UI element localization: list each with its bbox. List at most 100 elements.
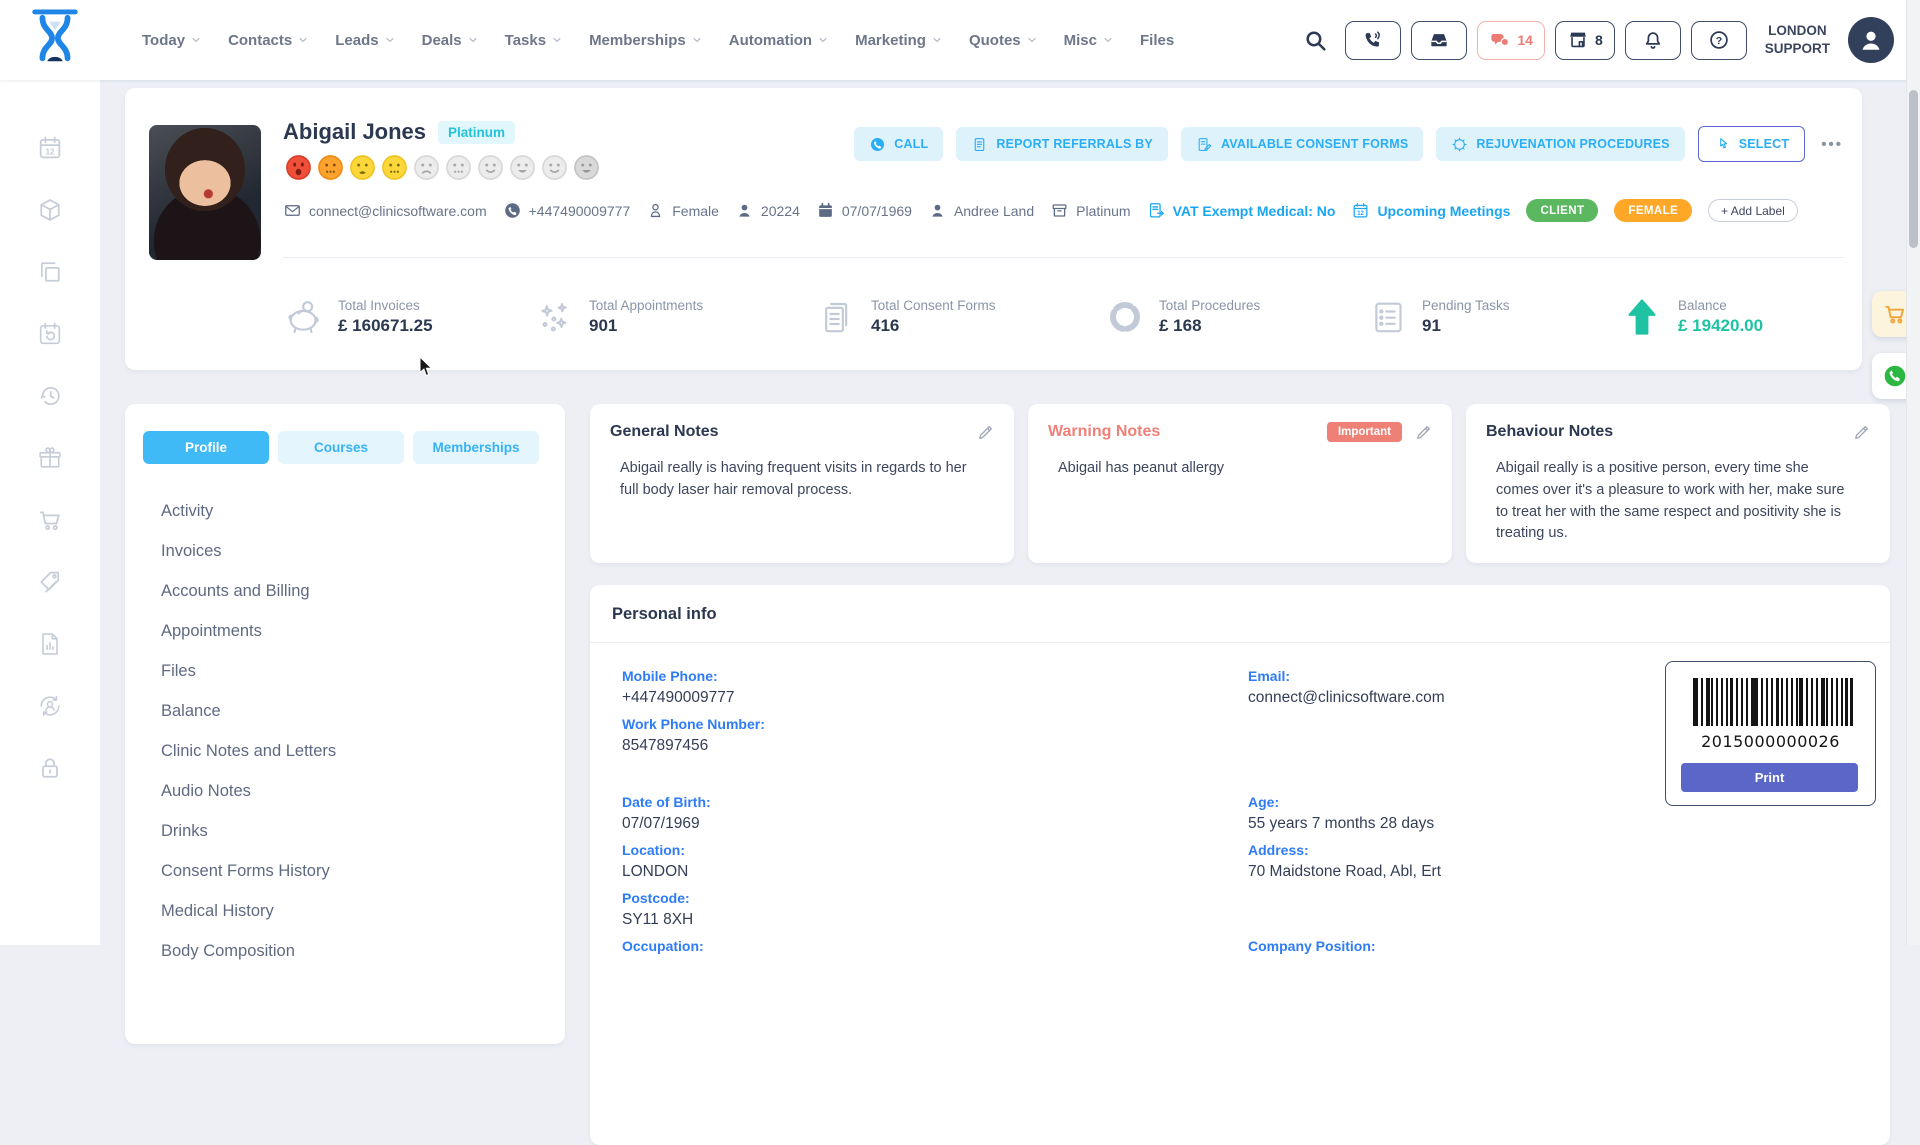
action-button[interactable]: REPORT REFERRALS BY xyxy=(956,127,1168,161)
pencil-icon[interactable] xyxy=(976,422,996,442)
client-label-badge[interactable]: CLIENT xyxy=(1526,199,1598,222)
field-value: connect@clinicsoftware.com xyxy=(1248,689,1445,707)
contact-item[interactable]: Andree Land xyxy=(928,201,1034,220)
mood-face-icon[interactable] xyxy=(509,154,536,181)
profile-menu-item[interactable]: Invoices xyxy=(161,531,545,571)
calendar-12-icon[interactable]: 12 xyxy=(36,134,64,162)
field-label: Mobile Phone: xyxy=(622,668,735,684)
profile-tabs: Profile Courses Memberships xyxy=(143,431,539,464)
client-label-badge[interactable]: FEMALE xyxy=(1614,199,1692,222)
action-button[interactable]: CALL xyxy=(854,127,943,161)
nav-item[interactable]: Today xyxy=(142,32,201,49)
profile-menu-item[interactable]: Drinks xyxy=(161,811,545,851)
user-avatar[interactable] xyxy=(1848,17,1894,63)
page-scrollbar[interactable] xyxy=(1906,0,1920,945)
shop-button[interactable]: 8 xyxy=(1555,21,1615,60)
profile-menu-item[interactable]: Clinic Notes and Letters xyxy=(161,731,545,771)
contact-item[interactable]: VAT Exempt Medical: No xyxy=(1147,201,1336,220)
contact-text: 20224 xyxy=(761,203,800,219)
action-button[interactable]: SELECT xyxy=(1698,126,1806,162)
messages-button[interactable]: 14 xyxy=(1477,21,1545,60)
contact-text: Upcoming Meetings xyxy=(1377,203,1510,219)
contact-item[interactable]: 20224 xyxy=(735,201,800,220)
mood-face-icon[interactable] xyxy=(349,154,376,181)
mood-face-icon[interactable] xyxy=(317,154,344,181)
avatar-icon xyxy=(1856,25,1886,55)
referrer-icon xyxy=(928,201,947,220)
tab[interactable]: Memberships xyxy=(413,431,539,464)
tab[interactable]: Profile xyxy=(143,431,269,464)
stat-value: 91 xyxy=(1422,316,1510,336)
barcode xyxy=(1693,678,1853,726)
profile-menu-card: Profile Courses Memberships Activity Inv… xyxy=(125,404,565,1044)
nav-item[interactable]: Automation xyxy=(729,32,828,49)
nav-item[interactable]: Contacts xyxy=(228,32,308,49)
user-sync-icon[interactable] xyxy=(36,692,64,720)
nav-item[interactable]: Leads xyxy=(335,32,394,49)
profile-menu-item[interactable]: Body Composition xyxy=(161,931,545,971)
add-label-button[interactable]: + Add Label xyxy=(1708,199,1798,222)
lock-icon[interactable] xyxy=(36,754,64,782)
main-nav: Today Contacts Leads Deals Tasks xyxy=(142,0,1174,80)
profile-menu-item[interactable]: Medical History xyxy=(161,891,545,931)
nav-item[interactable]: Marketing xyxy=(855,32,942,49)
print-button[interactable]: Print xyxy=(1681,763,1858,792)
profile-menu-item[interactable]: Audio Notes xyxy=(161,771,545,811)
help-button[interactable]: ? xyxy=(1691,21,1747,60)
profile-menu-item[interactable]: Consent Forms History xyxy=(161,851,545,891)
mood-face-icon[interactable] xyxy=(381,154,408,181)
contact-item[interactable]: connect@clinicsoftware.com xyxy=(283,201,487,220)
id-person-icon xyxy=(735,201,754,220)
contact-item[interactable]: +447490009777 xyxy=(503,201,631,220)
contact-item[interactable]: 07/07/1969 xyxy=(816,201,912,220)
package-icon[interactable] xyxy=(36,196,64,224)
profile-menu-item[interactable]: Accounts and Billing xyxy=(161,571,545,611)
mood-face-icon[interactable] xyxy=(573,154,600,181)
barcode-number: 2015000000026 xyxy=(1666,732,1875,751)
action-button[interactable]: REJUVENATION PROCEDURES xyxy=(1436,127,1684,161)
nav-item[interactable]: Memberships xyxy=(589,32,702,49)
nav-item[interactable]: Deals xyxy=(422,32,478,49)
consent-doc-icon xyxy=(817,297,857,337)
history-icon[interactable] xyxy=(36,382,64,410)
cart-icon[interactable] xyxy=(36,506,64,534)
profile-menu-item[interactable]: Activity xyxy=(161,491,545,531)
mood-face-icon[interactable] xyxy=(413,154,440,181)
profile-menu-item[interactable]: Files xyxy=(161,651,545,691)
more-actions-button[interactable]: ••• xyxy=(1818,136,1846,153)
gift-icon[interactable] xyxy=(36,444,64,472)
inbox-button[interactable] xyxy=(1411,21,1467,60)
price-tag-icon[interactable] xyxy=(36,568,64,596)
profile-menu-item[interactable]: Balance xyxy=(161,691,545,731)
nav-item[interactable]: Files xyxy=(1140,32,1174,49)
nav-item-label: Quotes xyxy=(969,32,1021,49)
notifications-button[interactable] xyxy=(1625,21,1681,60)
pencil-icon[interactable] xyxy=(1414,422,1434,442)
pencil-icon[interactable] xyxy=(1852,422,1872,442)
contact-item[interactable]: 12 Upcoming Meetings xyxy=(1351,201,1510,220)
phone-button[interactable] xyxy=(1345,21,1401,60)
svg-text:12: 12 xyxy=(45,147,55,156)
report-chart-icon[interactable] xyxy=(36,630,64,658)
profile-menu-item[interactable]: Appointments xyxy=(161,611,545,651)
mood-face-icon[interactable] xyxy=(445,154,472,181)
tab[interactable]: Courses xyxy=(278,431,404,464)
client-photo[interactable] xyxy=(149,125,261,260)
contact-item[interactable]: Platinum xyxy=(1050,201,1130,220)
nav-item[interactable]: Misc xyxy=(1064,32,1113,49)
action-button-label: SELECT xyxy=(1739,137,1790,151)
mood-face-icon[interactable] xyxy=(285,154,312,181)
clinicsoftware-logo[interactable] xyxy=(26,8,84,72)
field-value: 8547897456 xyxy=(622,737,765,755)
contact-item[interactable]: Female xyxy=(646,201,719,220)
action-button[interactable]: AVAILABLE CONSENT FORMS xyxy=(1181,127,1423,161)
mood-face-icon[interactable] xyxy=(541,154,568,181)
booking-calendar-icon[interactable] xyxy=(36,320,64,348)
nav-item[interactable]: Quotes xyxy=(969,32,1037,49)
mood-face-icon[interactable] xyxy=(477,154,504,181)
search-icon[interactable] xyxy=(1303,28,1328,53)
scrollbar-thumb[interactable] xyxy=(1909,90,1918,248)
calendar-solid-icon xyxy=(816,201,835,220)
duplicate-icon[interactable] xyxy=(36,258,64,286)
nav-item[interactable]: Tasks xyxy=(505,32,562,49)
